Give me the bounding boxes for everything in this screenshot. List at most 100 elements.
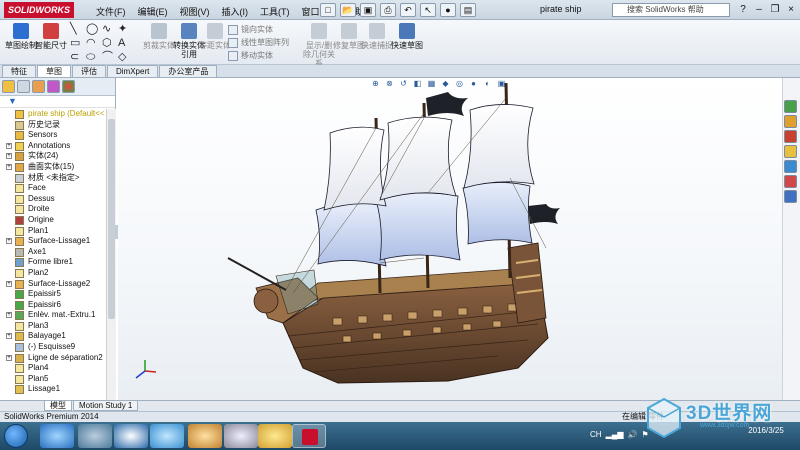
display-relations-button[interactable]: 显示/删除几何关系	[302, 23, 336, 68]
feature-tree-item[interactable]: pirate ship (Default<<	[0, 109, 106, 120]
feature-tree-item[interactable]: Lissage1	[0, 384, 106, 395]
solidworks-taskbar-button[interactable]	[292, 424, 326, 448]
offset-entities-button[interactable]: 等距实体	[198, 23, 232, 63]
expand-icon[interactable]: +	[6, 354, 12, 361]
tab-office-products[interactable]: 办公室产品	[159, 65, 218, 77]
language-icon[interactable]: CH	[590, 430, 602, 439]
rebuild-icon[interactable]: ●	[440, 3, 456, 17]
polygon-icon[interactable]: ⬡	[102, 38, 116, 49]
trim-entities-button[interactable]: 剪裁实体	[142, 23, 176, 63]
slot-icon[interactable]: ⊂	[70, 52, 84, 63]
quick-snaps-button[interactable]: 快速捕捉	[360, 23, 394, 63]
close-icon[interactable]: ×	[784, 3, 798, 17]
circle-icon[interactable]: ◯	[86, 24, 100, 35]
select-icon[interactable]: ↖	[420, 3, 436, 17]
feature-tree-item[interactable]: Epaissir6	[0, 300, 106, 311]
move-entities-button[interactable]: 移动实体	[228, 50, 273, 62]
plane-sketch-icon[interactable]: ◇	[118, 52, 132, 63]
solidworks-logo[interactable]: SOLIDWORKS	[4, 2, 74, 18]
display-manager-tab-icon[interactable]	[62, 80, 75, 93]
tree-scroll-thumb[interactable]	[108, 119, 115, 319]
expand-icon[interactable]: +	[6, 142, 12, 149]
internet-explorer-icon[interactable]	[40, 424, 74, 448]
feature-tree-item[interactable]: Axe1	[0, 247, 106, 258]
feature-tree-item[interactable]: Face	[0, 183, 106, 194]
minimize-icon[interactable]: –	[752, 3, 766, 17]
text-icon[interactable]: A	[118, 38, 132, 49]
point-icon[interactable]: ✦	[118, 24, 132, 35]
expand-icon[interactable]: +	[6, 333, 12, 340]
sketch-button[interactable]: 草图绘制	[4, 23, 38, 63]
custom-properties-icon[interactable]	[784, 190, 797, 203]
feature-tree-item[interactable]: Plan2	[0, 268, 106, 279]
expand-icon[interactable]: +	[6, 280, 12, 287]
file-explorer-icon[interactable]	[784, 145, 797, 158]
home-icon[interactable]	[784, 115, 797, 128]
feature-tree-item[interactable]: + Ligne de séparation2	[0, 353, 106, 364]
tree-scrollbar[interactable]	[106, 109, 116, 402]
windows-explorer-icon[interactable]	[258, 424, 292, 448]
network-app-icon[interactable]	[150, 424, 184, 448]
expand-icon[interactable]: +	[6, 312, 12, 319]
rapid-sketch-button[interactable]: 快速草图	[390, 23, 424, 63]
tab-evaluate[interactable]: 评估	[72, 65, 106, 77]
kugou-icon[interactable]	[114, 424, 148, 448]
new-file-icon[interactable]: □	[320, 3, 336, 17]
feature-tree-item[interactable]: Droite	[0, 204, 106, 215]
feature-tree-item[interactable]: + Surface-Lissage1	[0, 236, 106, 247]
network-icon[interactable]: ▂▄▆	[606, 430, 624, 439]
feature-tree-item[interactable]: + Enlèv. mat.-Extru.1	[0, 310, 106, 321]
menu-edit[interactable]: 编辑(E)	[132, 3, 174, 20]
feature-tree-item[interactable]: Forme libre1	[0, 257, 106, 268]
feature-tree-item[interactable]: (-) Esquisse9	[0, 342, 106, 353]
solidworks-resources-icon[interactable]	[784, 100, 797, 113]
tab-sketch[interactable]: 草图	[37, 65, 71, 77]
tab-model[interactable]: 模型	[44, 401, 72, 411]
feature-tree-item[interactable]: Plan4	[0, 363, 106, 374]
tab-features[interactable]: 特征	[2, 65, 36, 77]
feature-tree-item[interactable]: Epaissir5	[0, 289, 106, 300]
line-icon[interactable]: ╲	[70, 24, 84, 35]
spline-icon[interactable]: ∿	[102, 24, 116, 35]
feature-tree-item[interactable]: + 实体(24)	[0, 151, 106, 162]
feature-tree-item[interactable]: Plan1	[0, 226, 106, 237]
feature-tree-item[interactable]: + Surface-Lissage2	[0, 279, 106, 290]
fillet-icon[interactable]: ⌒	[102, 52, 116, 63]
paint-icon[interactable]	[188, 424, 222, 448]
feature-tree-item[interactable]: Plan5	[0, 374, 106, 385]
tab-dimxpert[interactable]: DimXpert	[107, 65, 159, 77]
configuration-manager-tab-icon[interactable]	[32, 80, 45, 93]
feature-tree-item[interactable]: + Annotations	[0, 141, 106, 152]
feature-tree-item[interactable]: Origine	[0, 215, 106, 226]
ellipse-icon[interactable]: ⬭	[86, 52, 100, 63]
expand-icon[interactable]: +	[6, 153, 12, 160]
tab-motion-study[interactable]: Motion Study 1	[73, 401, 139, 411]
graphics-area[interactable]: ⊕ ⊗ ↺ ◧ ▦ ◆ ◎ ● ◐ ▣	[118, 78, 782, 400]
calculator-icon[interactable]	[224, 424, 258, 448]
feature-tree-tab-icon[interactable]	[2, 80, 15, 93]
arc-icon[interactable]: ◠	[86, 38, 100, 49]
feature-tree-item[interactable]: 历史记录	[0, 120, 106, 131]
undo-icon[interactable]: ↶	[400, 3, 416, 17]
feature-tree-item[interactable]: Dessus	[0, 194, 106, 205]
linear-pattern-button[interactable]: 线性草图阵列	[228, 37, 289, 49]
menu-insert[interactable]: 插入(I)	[216, 3, 255, 20]
media-player-icon[interactable]	[78, 424, 112, 448]
filter-icon[interactable]: ▼	[8, 96, 17, 106]
print-icon[interactable]: ⎙	[380, 3, 396, 17]
options-icon[interactable]: ▤	[460, 3, 476, 17]
menu-view[interactable]: 视图(V)	[174, 3, 216, 20]
design-library-icon[interactable]	[784, 130, 797, 143]
property-manager-tab-icon[interactable]	[17, 80, 30, 93]
view-palette-icon[interactable]	[784, 160, 797, 173]
feature-tree-item[interactable]: + 曲面实体(15)	[0, 162, 106, 173]
save-icon[interactable]: ▣	[360, 3, 376, 17]
menu-file[interactable]: 文件(F)	[90, 3, 132, 20]
feature-tree-item[interactable]: Sensors	[0, 130, 106, 141]
feature-tree-item[interactable]: 材质 <未指定>	[0, 173, 106, 184]
help-search-input[interactable]: 搜索 SolidWorks 帮助	[612, 3, 730, 17]
menu-tools[interactable]: 工具(T)	[254, 3, 296, 20]
start-button[interactable]	[4, 424, 28, 448]
help-icon[interactable]: ?	[736, 3, 750, 17]
dimxpert-manager-tab-icon[interactable]	[47, 80, 60, 93]
